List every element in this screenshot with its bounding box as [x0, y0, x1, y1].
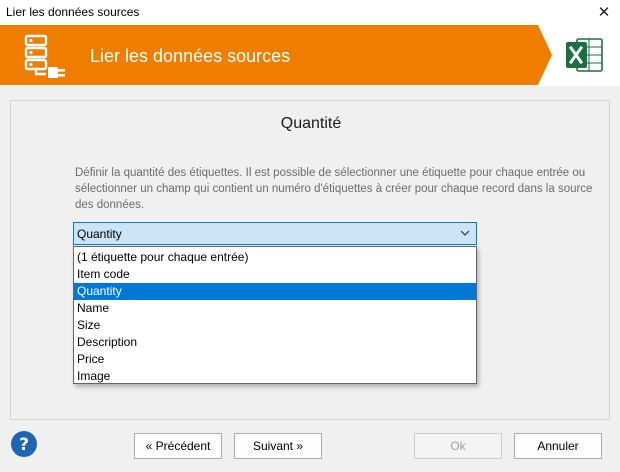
close-icon[interactable]: ✕: [594, 2, 614, 22]
dropdown-option[interactable]: (1 étiquette pour chaque entrée): [74, 249, 476, 266]
previous-button[interactable]: « Précédent: [134, 433, 222, 459]
banner-title: Lier les données sources: [90, 46, 291, 66]
quantity-dropdown-list: (1 étiquette pour chaque entrée) Item co…: [73, 246, 477, 384]
dropdown-option[interactable]: Name: [74, 300, 476, 317]
banner-chevron: [538, 25, 552, 85]
ok-button[interactable]: Ok: [414, 433, 502, 459]
dropdown-option[interactable]: Item code: [74, 266, 476, 283]
dropdown-option[interactable]: Price: [74, 351, 476, 368]
quantity-select[interactable]: Quantity: [73, 222, 477, 245]
description-text: Définir la quantité des étiquettes. Il e…: [75, 167, 593, 211]
svg-text:?: ?: [19, 435, 29, 455]
database-plug-icon: [24, 34, 65, 78]
dropdown-option-selected[interactable]: Quantity: [74, 283, 476, 300]
quantity-select-value: Quantity: [77, 227, 122, 241]
content-panel: Quantité Définir la quantité des étiquet…: [10, 100, 610, 420]
window-title: Lier les données sources: [6, 5, 140, 19]
next-button[interactable]: Suivant »: [234, 433, 322, 459]
dropdown-option[interactable]: Image: [74, 368, 476, 385]
excel-icon: [566, 38, 603, 72]
window-titlebar: Lier les données sources ✕: [0, 0, 620, 24]
dropdown-option[interactable]: Description: [74, 334, 476, 351]
page-title: Quantité: [280, 115, 342, 132]
chevron-down-icon[interactable]: [458, 226, 472, 240]
cancel-button[interactable]: Annuler: [514, 433, 602, 459]
question-mark-icon[interactable]: ?: [10, 430, 38, 458]
dropdown-option[interactable]: Size: [74, 317, 476, 334]
wizard-banner: Lier les données sources: [0, 24, 620, 86]
